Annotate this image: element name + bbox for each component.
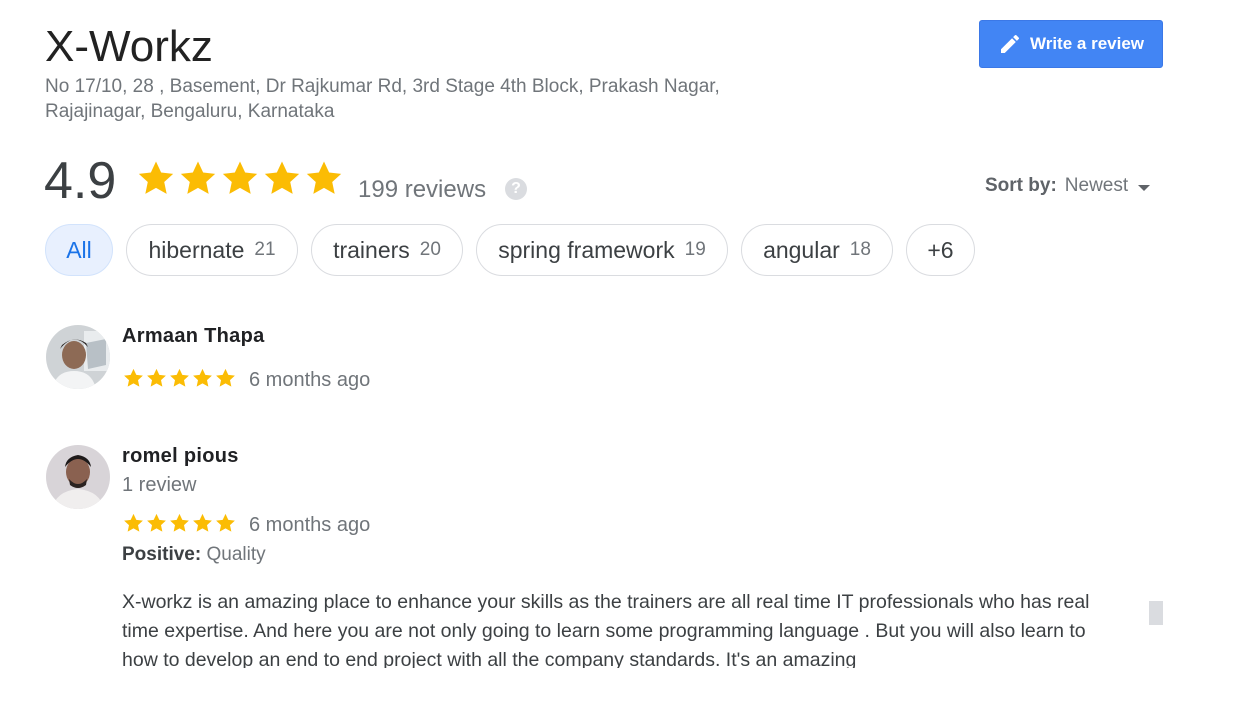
chip-label: +6 <box>927 236 954 263</box>
chip-label: hibernate <box>148 236 245 263</box>
star-icon <box>193 368 212 387</box>
chip-trainers[interactable]: trainers 20 <box>311 224 463 276</box>
sort-dropdown[interactable]: Sort by: Newest <box>985 174 1151 198</box>
positive-label: Positive: <box>122 544 202 565</box>
chip-count: 21 <box>254 239 276 260</box>
pencil-icon <box>1000 34 1019 53</box>
chip-label: trainers <box>333 236 410 263</box>
chip-count: 20 <box>419 239 441 260</box>
review-time: 6 months ago <box>249 369 371 391</box>
chip-label: spring framework <box>498 236 675 263</box>
avatar[interactable] <box>46 325 110 389</box>
scrollbar-thumb[interactable] <box>1149 601 1163 625</box>
star-icon <box>124 368 143 387</box>
star-icon <box>306 161 342 194</box>
reviewer-name[interactable]: Armaan Thapa <box>122 324 265 348</box>
average-rating: 4.9 <box>44 152 117 210</box>
avatar[interactable] <box>46 445 110 509</box>
star-icon <box>180 161 216 194</box>
positive-value: Quality <box>206 544 266 565</box>
business-address: No 17/10, 28 , Basement, Dr Rajkumar Rd,… <box>45 74 865 124</box>
avatar-photo-icon <box>46 325 110 389</box>
address-line-2: Rajajinagar, Bengaluru, Karnataka <box>45 101 335 122</box>
chip-hibernate[interactable]: hibernate 21 <box>126 224 298 276</box>
reviewer-name[interactable]: romel pious <box>122 444 239 468</box>
star-icon <box>124 513 143 532</box>
chip-all[interactable]: All <box>45 224 113 276</box>
review-positive: Positive: Quality <box>122 543 266 567</box>
address-line-1: No 17/10, 28 , Basement, Dr Rajkumar Rd,… <box>45 76 720 97</box>
star-icon <box>170 368 189 387</box>
star-icon <box>138 161 174 194</box>
star-icon <box>193 513 212 532</box>
average-rating-stars <box>135 158 345 202</box>
star-icon <box>147 368 166 387</box>
chip-angular[interactable]: angular 18 <box>741 224 893 276</box>
star-icon <box>222 161 258 194</box>
review-count[interactable]: 199 reviews <box>358 175 486 205</box>
review-time: 6 months ago <box>249 514 371 536</box>
write-review-label: Write a review <box>1029 34 1145 53</box>
review-text: X-workz is an amazing place to enhance y… <box>122 591 1090 668</box>
avatar-photo-icon <box>46 445 110 509</box>
star-icon <box>170 513 189 532</box>
review-stars <box>122 512 237 536</box>
chip-more[interactable]: +6 <box>906 224 975 276</box>
reviewer-review-count: 1 review <box>122 474 197 496</box>
star-icon <box>264 161 300 194</box>
star-icon <box>147 513 166 532</box>
star-icon <box>216 513 235 532</box>
review-stars <box>122 367 237 391</box>
sort-value: Newest <box>1064 175 1129 196</box>
chip-label: All <box>66 236 92 263</box>
business-name: X-Workz <box>45 22 213 71</box>
help-icon[interactable]: ? <box>505 178 527 200</box>
sort-label: Sort by: <box>985 175 1057 196</box>
chip-label: angular <box>763 236 840 263</box>
caret-down-icon <box>1138 184 1151 191</box>
star-icon <box>216 368 235 387</box>
write-review-button[interactable]: Write a review <box>979 20 1163 68</box>
chip-count: 19 <box>684 239 706 260</box>
chip-count: 18 <box>849 239 871 260</box>
chip-spring-framework[interactable]: spring framework 19 <box>476 224 728 276</box>
